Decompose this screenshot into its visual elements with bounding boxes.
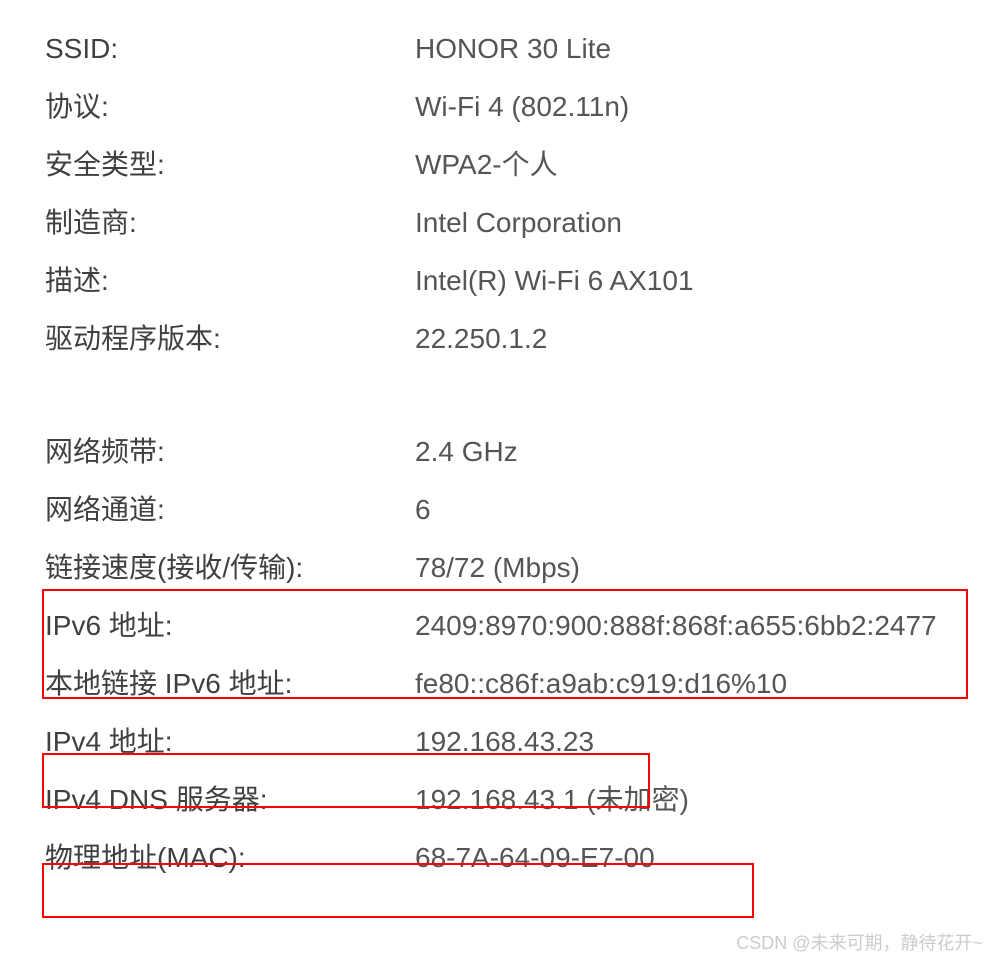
property-row-ipv4: IPv4 地址: 192.168.43.23 — [45, 713, 956, 771]
value-manufacturer: Intel Corporation — [415, 194, 622, 252]
property-row-linkspeed: 链接速度(接收/传输): 78/72 (Mbps) — [45, 539, 956, 597]
label-ipv6: IPv6 地址: — [45, 597, 415, 655]
label-ssid: SSID: — [45, 20, 415, 78]
label-driver: 驱动程序版本: — [45, 310, 415, 368]
property-row-channel: 网络通道: 6 — [45, 481, 956, 539]
value-ipv6local: fe80::c86f:a9ab:c919:d16%10 — [415, 655, 787, 713]
property-row-security: 安全类型: WPA2-个人 — [45, 136, 956, 194]
value-ipv6: 2409:8970:900:888f:868f:a655:6bb2:2477 — [415, 597, 937, 655]
property-row-ipv6local: 本地链接 IPv6 地址: fe80::c86f:a9ab:c919:d16%1… — [45, 655, 956, 713]
property-row-driver: 驱动程序版本: 22.250.1.2 — [45, 310, 956, 368]
label-mac: 物理地址(MAC): — [45, 829, 415, 887]
network-properties-panel: SSID: HONOR 30 Lite 协议: Wi-Fi 4 (802.11n… — [0, 0, 1001, 907]
property-row-ipv6: IPv6 地址: 2409:8970:900:888f:868f:a655:6b… — [45, 597, 956, 655]
value-driver: 22.250.1.2 — [415, 310, 547, 368]
value-band: 2.4 GHz — [415, 423, 518, 481]
label-description: 描述: — [45, 252, 415, 310]
property-row-ssid: SSID: HONOR 30 Lite — [45, 20, 956, 78]
value-channel: 6 — [415, 481, 431, 539]
label-manufacturer: 制造商: — [45, 194, 415, 252]
label-ipv6local: 本地链接 IPv6 地址: — [45, 655, 415, 713]
label-ipv4dns: IPv4 DNS 服务器: — [45, 771, 415, 829]
value-ipv4dns: 192.168.43.1 (未加密) — [415, 771, 689, 829]
watermark-text: CSDN @未来可期，静待花开~ — [736, 929, 983, 955]
label-security: 安全类型: — [45, 136, 415, 194]
label-channel: 网络通道: — [45, 481, 415, 539]
property-row-band: 网络频带: 2.4 GHz — [45, 423, 956, 481]
value-protocol: Wi-Fi 4 (802.11n) — [415, 78, 629, 136]
property-row-ipv4dns: IPv4 DNS 服务器: 192.168.43.1 (未加密) — [45, 771, 956, 829]
value-ssid: HONOR 30 Lite — [415, 20, 611, 78]
label-protocol: 协议: — [45, 78, 415, 136]
value-ipv4: 192.168.43.23 — [415, 713, 594, 771]
property-row-description: 描述: Intel(R) Wi-Fi 6 AX101 — [45, 252, 956, 310]
section-spacer — [45, 368, 956, 423]
property-row-manufacturer: 制造商: Intel Corporation — [45, 194, 956, 252]
value-linkspeed: 78/72 (Mbps) — [415, 539, 580, 597]
value-security: WPA2-个人 — [415, 136, 558, 194]
property-row-protocol: 协议: Wi-Fi 4 (802.11n) — [45, 78, 956, 136]
label-linkspeed: 链接速度(接收/传输): — [45, 539, 415, 597]
property-row-mac: 物理地址(MAC): 68-7A-64-09-E7-00 — [45, 829, 956, 887]
label-ipv4: IPv4 地址: — [45, 713, 415, 771]
value-description: Intel(R) Wi-Fi 6 AX101 — [415, 252, 694, 310]
label-band: 网络频带: — [45, 423, 415, 481]
value-mac: 68-7A-64-09-E7-00 — [415, 829, 655, 887]
